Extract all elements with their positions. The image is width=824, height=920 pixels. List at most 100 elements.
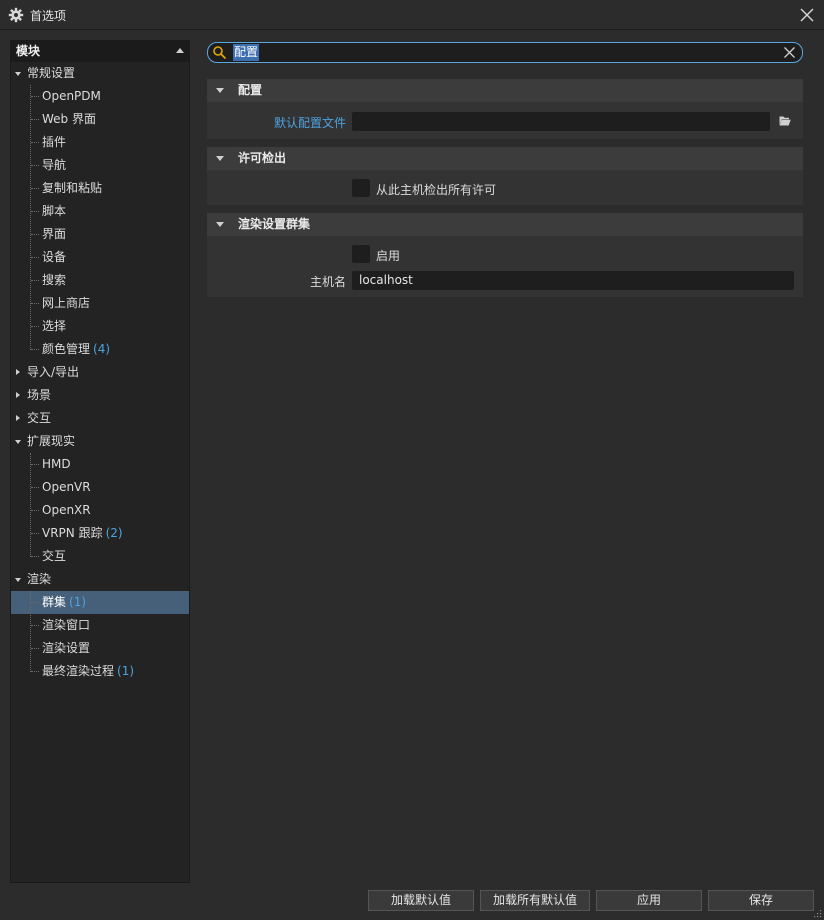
tree-item[interactable]: 复制和粘贴 — [11, 177, 189, 200]
tree-item[interactable]: 网上商店 — [11, 292, 189, 315]
license-checkout-label: 从此主机检出所有许可 — [376, 183, 497, 197]
sort-ascending-icon — [176, 48, 184, 53]
tree-item-label: 颜色管理 — [42, 342, 91, 356]
tree-item-label: 渲染设置 — [42, 641, 91, 655]
tree-item-count: (1) — [117, 664, 135, 678]
section-license-header[interactable]: 许可检出 — [207, 147, 803, 170]
module-tree[interactable]: 模块 常规设置 OpenPDM Web 界面插件导航 复制和粘贴脚本界面设备搜索网上商… — [10, 40, 190, 883]
apply-button[interactable]: 应用 — [596, 890, 702, 911]
tree-item-label: 脚本 — [42, 204, 67, 218]
hostname-row: 主机名 localhost — [207, 267, 803, 293]
expand-right-icon[interactable] — [16, 369, 20, 375]
tree-item[interactable]: 设备 — [11, 246, 189, 269]
license-checkout-row: 从此主机检出所有许可 — [207, 175, 803, 201]
expand-down-icon[interactable] — [15, 72, 21, 76]
tree-header[interactable]: 模块 — [11, 41, 189, 62]
tree-guide-line — [30, 453, 31, 557]
tree-item[interactable]: 最终渲染过程 (1) — [11, 660, 189, 683]
tree-item[interactable]: 导航 — [11, 154, 189, 177]
tree-item[interactable]: OpenVR — [11, 476, 189, 499]
tree-guide-line — [31, 234, 39, 235]
close-icon[interactable] — [798, 6, 816, 24]
tree-guide-line — [31, 211, 39, 212]
folder-open-icon[interactable] — [779, 115, 791, 126]
window-title: 首选项 — [30, 9, 67, 23]
tree-item-label: OpenPDM — [42, 89, 101, 103]
clear-search-icon[interactable] — [783, 46, 796, 59]
resize-grip-icon[interactable] — [812, 908, 822, 918]
tree-item[interactable]: 渲染设置 — [11, 637, 189, 660]
tree-item-label: 场景 — [27, 388, 52, 402]
tree-guide-line — [31, 96, 39, 97]
tree-guide-line — [30, 85, 31, 350]
tree-guide-line — [31, 625, 39, 626]
search-input[interactable]: 配置 — [233, 44, 260, 61]
load-all-defaults-button[interactable]: 加载所有默认值 — [480, 890, 590, 911]
tree-item[interactable]: 交互 — [11, 407, 189, 430]
tree-item[interactable]: 脚本 — [11, 200, 189, 223]
load-defaults-button[interactable]: 加载默认值 — [368, 890, 474, 911]
tree-item-count: (2) — [105, 526, 123, 540]
section-license-title: 许可检出 — [238, 151, 287, 165]
tree-item-label: 选择 — [42, 319, 67, 333]
tree-item-count: (1) — [69, 595, 87, 609]
tree-guide-line — [31, 188, 39, 189]
tree-item[interactable]: 群集 (1) — [11, 591, 189, 614]
save-button[interactable]: 保存 — [708, 890, 814, 911]
enable-label: 启用 — [376, 249, 401, 263]
collapse-arrow-icon — [216, 88, 224, 93]
tree-item[interactable]: 渲染窗口 — [11, 614, 189, 637]
tree-item-label: 扩展现实 — [27, 434, 76, 448]
default-config-row: 默认配置文件 — [207, 108, 803, 134]
tree-item[interactable]: 界面 — [11, 223, 189, 246]
tree-guide-line — [31, 280, 39, 281]
hostname-input[interactable]: localhost — [352, 271, 794, 290]
tree-item[interactable]: Web 界面 — [11, 108, 189, 131]
tree-item-label: 插件 — [42, 135, 67, 149]
expand-down-icon[interactable] — [15, 440, 21, 444]
tree-item[interactable]: 交互 — [11, 545, 189, 568]
tree-item[interactable]: HMD — [11, 453, 189, 476]
search-box[interactable]: 配置 — [207, 42, 803, 63]
tree-guide-line — [31, 648, 39, 649]
expand-right-icon[interactable] — [16, 392, 20, 398]
tree-item[interactable]: 导入/导出 — [11, 361, 189, 384]
tree-item-label: 渲染窗口 — [42, 618, 91, 632]
tree-item[interactable]: 常规设置 — [11, 62, 189, 85]
section-config-header[interactable]: 配置 — [207, 79, 803, 102]
tree-guide-line — [31, 349, 39, 350]
expand-right-icon[interactable] — [16, 415, 20, 421]
collapse-arrow-icon — [216, 222, 224, 227]
default-config-field[interactable] — [352, 112, 770, 131]
section-config-title: 配置 — [238, 83, 263, 97]
tree-item[interactable]: 插件 — [11, 131, 189, 154]
tree-item-label: 群集 — [42, 595, 67, 609]
tree-item-label: 设备 — [42, 250, 67, 264]
tree-guide-line — [31, 510, 39, 511]
tree-item[interactable]: 搜索 — [11, 269, 189, 292]
default-config-link[interactable]: 默认配置文件 — [274, 114, 346, 131]
section-render-cluster-header[interactable]: 渲染设置群集 — [207, 213, 803, 236]
search-icon — [213, 46, 227, 60]
tree-item[interactable]: OpenXR — [11, 499, 189, 522]
tree-item[interactable]: VRPN 跟踪 (2) — [11, 522, 189, 545]
tree-item-label: 最终渲染过程 — [42, 664, 115, 678]
enable-checkbox[interactable] — [352, 245, 370, 263]
tree-item-label: 常规设置 — [27, 66, 76, 80]
license-checkout-checkbox[interactable] — [352, 179, 370, 197]
section-config: 配置 默认配置文件 — [207, 79, 803, 139]
tree-item[interactable]: 扩展现实 — [11, 430, 189, 453]
tree-guide-line — [30, 591, 31, 672]
hostname-label: 主机名 — [309, 275, 346, 289]
tree-item[interactable]: 选择 — [11, 315, 189, 338]
tree-item[interactable]: 颜色管理 (4) — [11, 338, 189, 361]
tree-guide-line — [31, 142, 39, 143]
tree-item[interactable]: 渲染 — [11, 568, 189, 591]
tree-item[interactable]: OpenPDM — [11, 85, 189, 108]
enable-row: 启用 — [207, 241, 803, 267]
tree-item-label: 网上商店 — [42, 296, 91, 310]
tree-item-label: 渲染 — [27, 572, 52, 586]
tree-guide-line — [31, 119, 39, 120]
expand-down-icon[interactable] — [15, 578, 21, 582]
tree-item[interactable]: 场景 — [11, 384, 189, 407]
